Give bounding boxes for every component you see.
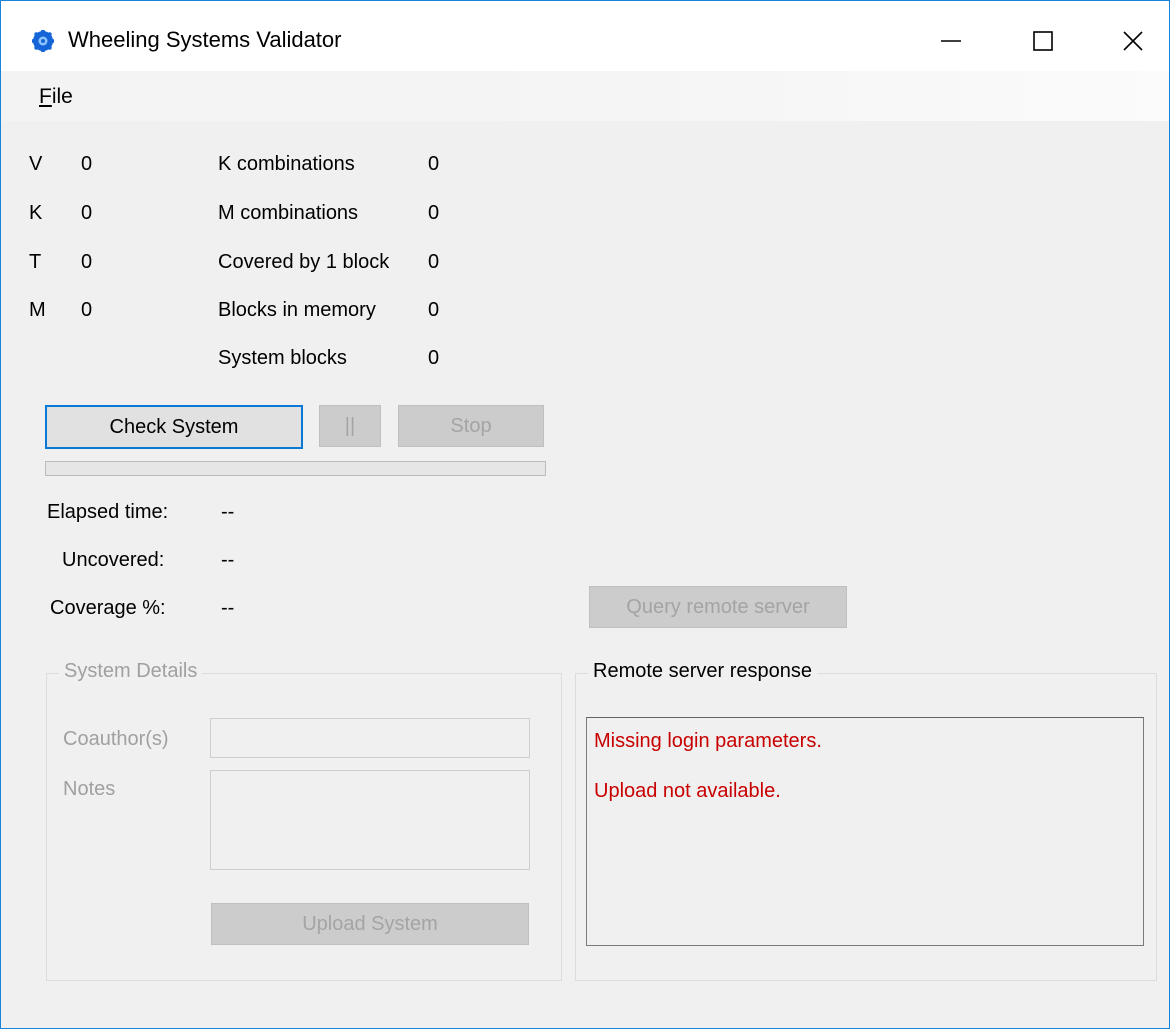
notes-field[interactable] — [210, 770, 530, 870]
coauthor-label: Coauthor(s) — [63, 728, 169, 750]
stat-value-k-combinations: 0 — [428, 153, 440, 175]
coverage-label: Coverage %: — [50, 597, 166, 619]
app-icon — [32, 30, 54, 52]
close-icon — [1123, 31, 1143, 51]
check-system-button[interactable]: Check System — [45, 405, 303, 449]
menu-bar: File — [1, 71, 1169, 121]
param-label-m: M — [29, 299, 46, 321]
system-details-title: System Details — [59, 660, 203, 683]
param-value-k: 0 — [81, 202, 93, 224]
remote-response-box[interactable]: Missing login parameters. Upload not ava… — [586, 717, 1144, 946]
close-button[interactable] — [1103, 15, 1163, 67]
minimize-icon — [941, 40, 961, 42]
response-line-2: Upload not available. — [594, 780, 781, 802]
upload-system-button[interactable]: Upload System — [211, 903, 529, 945]
stat-value-blocks-in-memory: 0 — [428, 299, 440, 321]
maximize-button[interactable] — [1013, 15, 1073, 67]
app-window: Wheeling Systems Validator File V 0 K 0 … — [0, 0, 1170, 1029]
uncovered-value: -- — [221, 549, 235, 571]
param-value-m: 0 — [81, 299, 93, 321]
coauthor-field[interactable] — [210, 718, 530, 758]
progress-bar — [45, 461, 546, 476]
stat-label-m-combinations: M combinations — [218, 202, 359, 224]
uncovered-label: Uncovered: — [62, 549, 165, 571]
elapsed-time-value: -- — [221, 501, 235, 523]
stat-label-system-blocks: System blocks — [218, 347, 347, 369]
param-label-k: K — [29, 202, 43, 224]
param-value-v: 0 — [81, 153, 93, 175]
window-title: Wheeling Systems Validator — [68, 27, 342, 52]
stop-button[interactable]: Stop — [398, 405, 544, 447]
stat-value-covered-by-1-block: 0 — [428, 251, 440, 273]
stat-value-m-combinations: 0 — [428, 202, 440, 224]
notes-label: Notes — [63, 778, 116, 800]
response-line-1: Missing login parameters. — [594, 730, 822, 752]
param-label-t: T — [29, 251, 42, 273]
stat-label-k-combinations: K combinations — [218, 153, 355, 175]
minimize-button[interactable] — [921, 15, 981, 67]
pause-button[interactable]: || — [319, 405, 381, 447]
coverage-value: -- — [221, 597, 235, 619]
param-value-t: 0 — [81, 251, 93, 273]
title-bar[interactable]: Wheeling Systems Validator — [1, 1, 1169, 71]
menu-file[interactable]: File — [39, 85, 73, 109]
menu-file-label: ile — [51, 85, 73, 108]
stat-label-covered-by-1-block: Covered by 1 block — [218, 251, 390, 273]
maximize-icon — [1033, 31, 1053, 51]
query-remote-server-button[interactable]: Query remote server — [589, 586, 847, 628]
param-label-v: V — [29, 153, 43, 175]
stat-value-system-blocks: 0 — [428, 347, 440, 369]
elapsed-time-label: Elapsed time: — [47, 501, 169, 523]
remote-response-title: Remote server response — [588, 660, 817, 683]
stat-label-blocks-in-memory: Blocks in memory — [218, 299, 376, 321]
menu-file-mnemonic: F — [39, 85, 52, 108]
